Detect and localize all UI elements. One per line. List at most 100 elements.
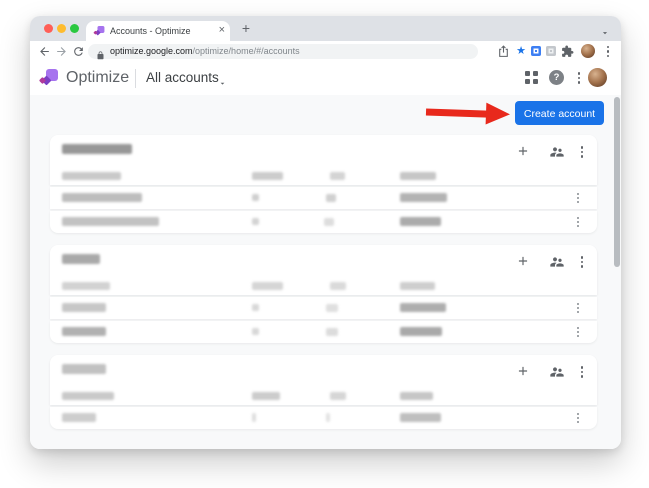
account-menu-icon[interactable]	[579, 365, 585, 379]
create-container-plus-icon[interactable]	[516, 254, 532, 270]
traffic-light-close-button[interactable]	[44, 24, 53, 33]
row-cell-redacted	[400, 193, 447, 202]
desktop-background: { "browser": { "tab_title": "Accounts - …	[0, 0, 649, 488]
tab-title: Accounts - Optimize	[110, 26, 191, 36]
manage-users-icon[interactable]	[549, 144, 565, 160]
column-header-redacted	[400, 282, 435, 290]
annotation-arrow	[425, 100, 515, 126]
browser-toolbar: optimize.google.com/optimize/home/#/acco…	[30, 41, 621, 63]
row-cell-redacted	[326, 413, 330, 422]
forward-icon[interactable]	[55, 45, 68, 58]
container-row[interactable]	[50, 297, 597, 319]
row-cell-redacted	[62, 327, 106, 336]
chevron-down-icon[interactable]	[600, 25, 610, 35]
row-menu-icon[interactable]	[575, 216, 581, 228]
lock-icon	[96, 47, 105, 60]
account-card	[50, 355, 597, 429]
extension-badge-gray-icon[interactable]	[546, 45, 560, 59]
help-icon[interactable]: ?	[549, 70, 564, 85]
column-header-redacted	[62, 282, 110, 290]
create-account-button[interactable]: Create account	[515, 101, 604, 125]
traffic-light-minimize-button[interactable]	[57, 24, 66, 33]
new-tab-button[interactable]: +	[237, 19, 255, 37]
container-row[interactable]	[50, 211, 597, 233]
header-divider	[135, 69, 136, 88]
url-host: optimize.google.com	[110, 46, 193, 56]
row-cell-redacted	[252, 194, 259, 201]
tab-close-icon[interactable]: ×	[219, 21, 225, 40]
create-container-plus-icon[interactable]	[516, 364, 532, 380]
extension-badge-icon[interactable]	[531, 45, 545, 59]
url-path: /optimize/home/#/accounts	[192, 46, 300, 56]
account-card	[50, 135, 597, 233]
column-header-redacted	[330, 392, 346, 400]
product-name: Optimize	[66, 69, 130, 86]
row-cell-redacted	[326, 304, 338, 312]
optimize-logo-icon	[38, 69, 58, 87]
accounts-list	[50, 135, 597, 441]
bookmark-star-icon[interactable]: ★	[514, 45, 528, 59]
account-selector-caret-icon[interactable]	[218, 75, 227, 85]
column-header-redacted	[400, 172, 436, 180]
account-card-header	[50, 355, 597, 405]
tab-strip: Accounts - Optimize × +	[30, 16, 621, 41]
row-menu-icon[interactable]	[575, 326, 581, 338]
accounts-page: Create account	[30, 95, 621, 449]
row-cell-redacted	[326, 194, 336, 202]
container-row[interactable]	[50, 187, 597, 209]
row-cell-redacted	[326, 328, 338, 336]
browser-window: Accounts - Optimize × + optimize.google.…	[30, 16, 621, 449]
row-cell-redacted	[62, 217, 159, 226]
row-cell-redacted	[400, 413, 441, 422]
column-header-redacted	[62, 172, 121, 180]
column-header-redacted	[252, 392, 280, 400]
create-container-plus-icon[interactable]	[516, 144, 532, 160]
traffic-light-zoom-button[interactable]	[70, 24, 79, 33]
extensions-puzzle-icon[interactable]	[561, 45, 575, 59]
row-menu-icon[interactable]	[575, 412, 581, 424]
account-name-redacted	[62, 254, 100, 264]
share-icon[interactable]	[497, 45, 511, 59]
account-card-header	[50, 245, 597, 295]
container-row[interactable]	[50, 407, 597, 429]
column-header-redacted	[330, 172, 345, 180]
address-bar[interactable]: optimize.google.com/optimize/home/#/acco…	[88, 44, 478, 60]
account-selector[interactable]: All accounts	[146, 62, 219, 94]
apps-grid-icon[interactable]	[525, 71, 538, 84]
column-header-redacted	[252, 282, 283, 290]
row-menu-icon[interactable]	[575, 302, 581, 314]
row-menu-icon[interactable]	[575, 192, 581, 204]
account-card-header	[50, 135, 597, 185]
url-text: optimize.google.com/optimize/home/#/acco…	[110, 44, 300, 59]
row-cell-redacted	[400, 303, 446, 312]
account-name-redacted	[62, 144, 132, 154]
column-header-redacted	[62, 392, 114, 400]
row-cell-redacted	[252, 304, 259, 311]
row-cell-redacted	[252, 218, 259, 225]
account-menu-icon[interactable]	[579, 255, 585, 269]
row-cell-redacted	[400, 327, 442, 336]
scrollbar-thumb[interactable]	[614, 97, 620, 267]
row-cell-redacted	[400, 217, 441, 226]
row-cell-redacted	[62, 193, 142, 202]
manage-users-icon[interactable]	[549, 254, 565, 270]
row-cell-redacted	[62, 303, 106, 312]
browser-profile-avatar[interactable]	[581, 44, 595, 58]
account-name-redacted	[62, 364, 106, 374]
manage-users-icon[interactable]	[549, 364, 565, 380]
container-row[interactable]	[50, 321, 597, 343]
account-avatar[interactable]	[588, 68, 607, 87]
row-cell-redacted	[324, 218, 334, 226]
row-cell-redacted	[62, 413, 96, 422]
row-cell-redacted	[252, 328, 259, 335]
account-card	[50, 245, 597, 343]
back-icon[interactable]	[38, 45, 51, 58]
account-menu-icon[interactable]	[579, 145, 585, 159]
optimize-app-header: Optimize All accounts ?	[30, 62, 621, 96]
browser-menu-icon[interactable]	[605, 45, 611, 58]
browser-tab-accounts[interactable]: Accounts - Optimize ×	[86, 21, 230, 41]
column-header-redacted	[330, 282, 346, 290]
app-header-menu-icon[interactable]	[576, 71, 582, 85]
column-header-redacted	[252, 172, 283, 180]
reload-icon[interactable]	[72, 45, 85, 58]
